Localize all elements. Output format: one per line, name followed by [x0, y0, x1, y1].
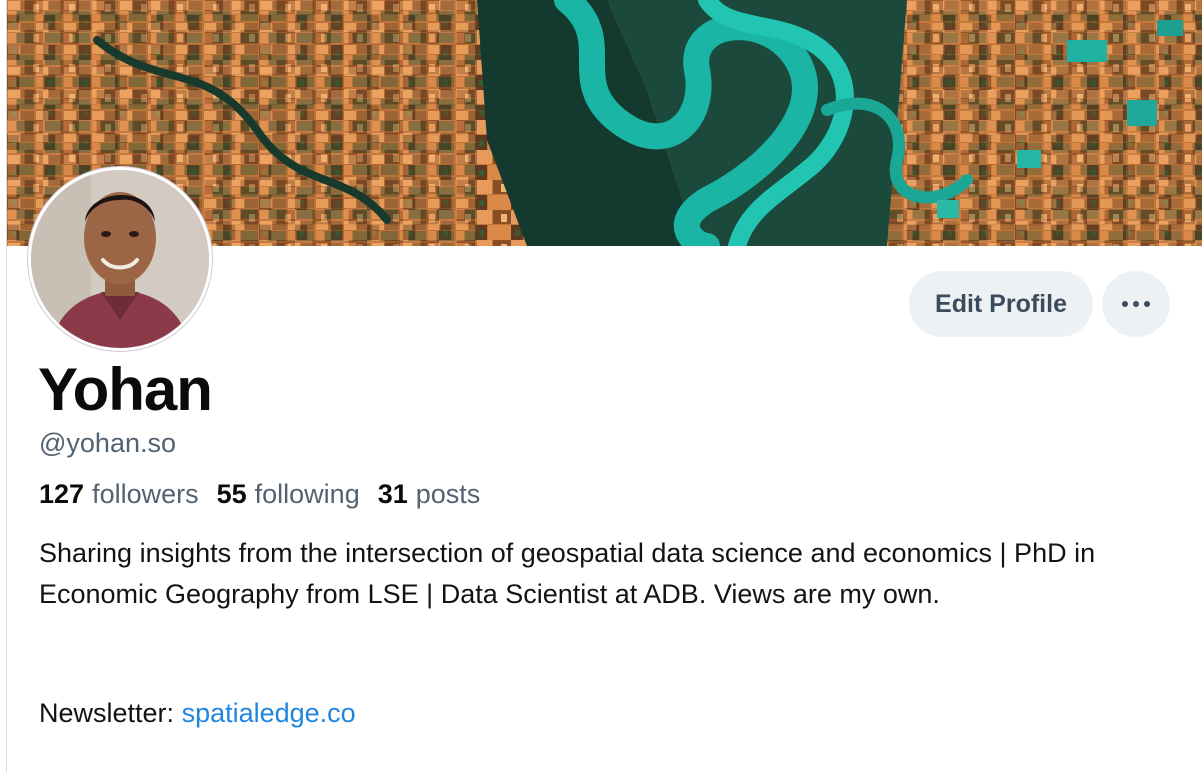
- followers-stat[interactable]: 127 followers: [39, 474, 199, 514]
- posts-count: 31: [377, 479, 408, 509]
- following-stat[interactable]: 55 following: [217, 474, 360, 514]
- edit-profile-label: Edit Profile: [935, 289, 1067, 318]
- newsletter-link[interactable]: spatialedge.co: [182, 698, 356, 728]
- followers-label: followers: [92, 479, 199, 509]
- followers-count: 127: [39, 479, 85, 509]
- following-label: following: [254, 479, 360, 509]
- profile-page: Edit Profile Yohan @yohan.so 127 followe…: [0, 0, 1202, 772]
- newsletter-prefix: Newsletter:: [39, 698, 175, 728]
- edit-profile-button[interactable]: Edit Profile: [909, 271, 1093, 337]
- display-name: Yohan: [38, 356, 213, 423]
- posts-stat[interactable]: 31 posts: [378, 474, 481, 514]
- avatar[interactable]: [28, 167, 212, 351]
- more-horizontal-icon: [1122, 301, 1150, 307]
- newsletter-line: Newsletter: spatialedge.co: [39, 693, 356, 733]
- profile-handle: @yohan.so: [39, 428, 176, 458]
- following-count: 55: [216, 479, 247, 509]
- posts-label: posts: [415, 479, 481, 509]
- profile-bio: Sharing insights from the intersection o…: [39, 538, 1096, 609]
- more-options-button[interactable]: [1102, 271, 1170, 337]
- profile-photo-image: [31, 170, 209, 348]
- profile-stats: 127 followers 55 following 31 posts: [39, 474, 480, 514]
